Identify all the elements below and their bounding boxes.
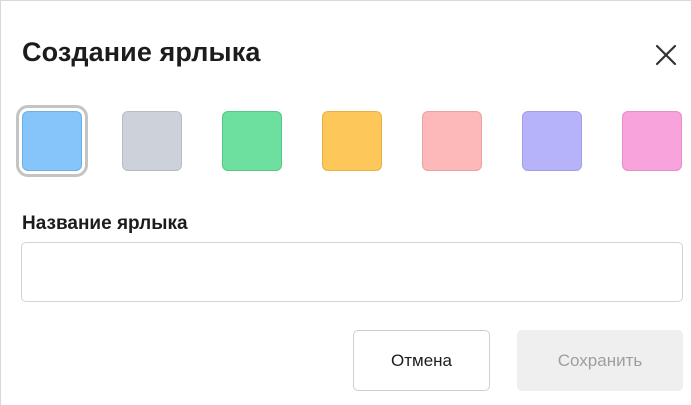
close-button[interactable] (652, 41, 680, 69)
color-swatch-yellow[interactable] (322, 111, 382, 171)
label-name-input[interactable] (21, 242, 683, 302)
label-name-label: Название ярлыка (22, 213, 188, 234)
color-swatch-green[interactable] (222, 111, 282, 171)
color-swatch-magenta[interactable] (622, 111, 682, 171)
color-swatch-blue[interactable] (22, 111, 82, 171)
save-button[interactable]: Сохранить (517, 330, 683, 391)
color-swatch-pink[interactable] (422, 111, 482, 171)
cancel-button[interactable]: Отмена (353, 330, 490, 391)
color-swatch-violet[interactable] (522, 111, 582, 171)
color-swatch-gray[interactable] (122, 111, 182, 171)
dialog-title: Создание ярлыка (22, 37, 261, 67)
color-picker (18, 106, 688, 174)
create-label-dialog: Создание ярлыка Название ярлыка Отмена С… (0, 0, 691, 405)
close-icon (655, 44, 677, 66)
